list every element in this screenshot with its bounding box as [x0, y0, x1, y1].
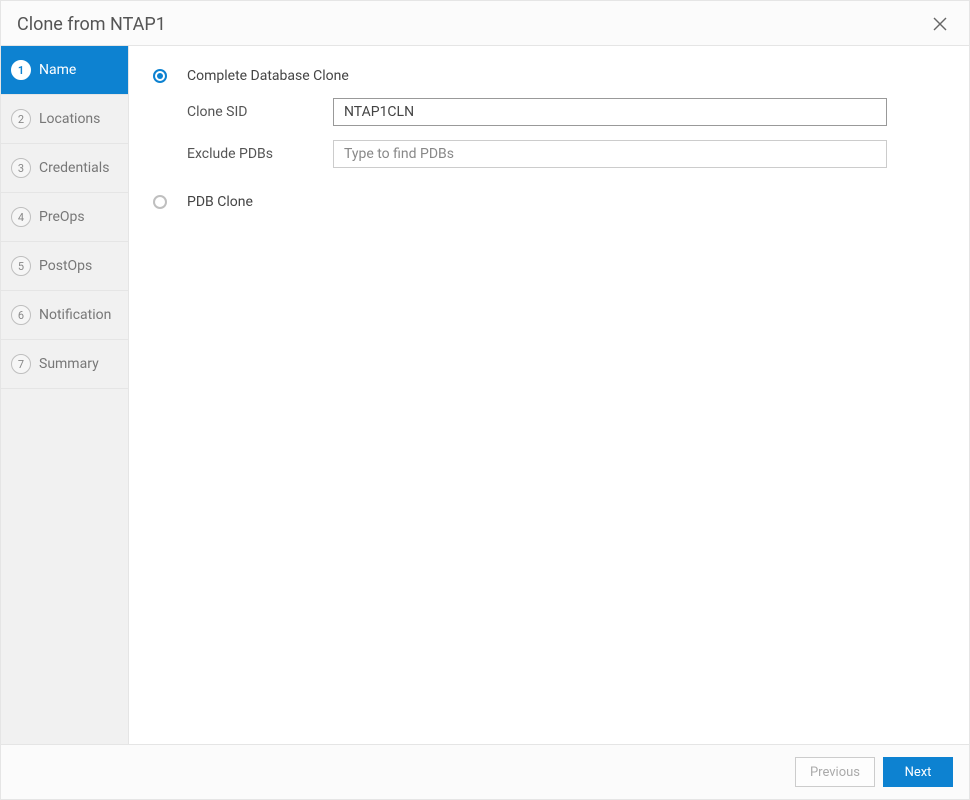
step-number: 3: [11, 158, 31, 178]
wizard-step-name[interactable]: 1 Name: [1, 46, 128, 95]
step-number: 5: [11, 256, 31, 276]
step-label: PreOps: [39, 209, 85, 225]
wizard-step-postops[interactable]: 5 PostOps: [1, 242, 128, 291]
next-button[interactable]: Next: [883, 757, 953, 787]
step-label: PostOps: [39, 258, 92, 274]
wizard-step-preops[interactable]: 4 PreOps: [1, 193, 128, 242]
step-number: 7: [11, 354, 31, 374]
clone-dialog: Clone from NTAP1 1 Name 2 Locations 3 Cr…: [0, 0, 970, 800]
dialog-body: 1 Name 2 Locations 3 Credentials 4 PreOp…: [1, 46, 969, 744]
close-icon: [933, 17, 947, 31]
radio-pdb-clone[interactable]: [153, 195, 167, 209]
option-label: Complete Database Clone: [187, 68, 349, 84]
wizard-sidebar: 1 Name 2 Locations 3 Credentials 4 PreOp…: [1, 46, 129, 744]
field-row-clone-sid: Clone SID: [187, 98, 939, 126]
step-number: 2: [11, 109, 31, 129]
step-label: Locations: [39, 111, 100, 127]
clone-sid-input[interactable]: [333, 98, 887, 126]
wizard-step-summary[interactable]: 7 Summary: [1, 340, 128, 389]
step-label: Notification: [39, 307, 111, 323]
main-panel: Complete Database Clone Clone SID Exclud…: [129, 46, 969, 744]
step-label: Credentials: [39, 160, 109, 176]
wizard-step-locations[interactable]: 2 Locations: [1, 95, 128, 144]
dialog-header: Clone from NTAP1: [1, 1, 969, 46]
wizard-step-credentials[interactable]: 3 Credentials: [1, 144, 128, 193]
dialog-footer: Previous Next: [1, 744, 969, 799]
field-row-exclude-pdbs: Exclude PDBs: [187, 140, 939, 168]
step-label: Name: [39, 62, 76, 78]
close-button[interactable]: [929, 13, 951, 35]
step-number: 1: [11, 60, 31, 80]
dialog-title: Clone from NTAP1: [17, 14, 166, 35]
wizard-step-notification[interactable]: 6 Notification: [1, 291, 128, 340]
previous-button[interactable]: Previous: [795, 757, 875, 787]
exclude-pdbs-label: Exclude PDBs: [187, 146, 333, 162]
clone-sid-label: Clone SID: [187, 104, 333, 120]
option-complete-clone[interactable]: Complete Database Clone: [153, 68, 939, 84]
option-label: PDB Clone: [187, 194, 253, 210]
exclude-pdbs-input[interactable]: [333, 140, 887, 168]
step-number: 6: [11, 305, 31, 325]
complete-clone-fields: Clone SID Exclude PDBs: [187, 98, 939, 168]
step-number: 4: [11, 207, 31, 227]
step-label: Summary: [39, 356, 99, 372]
option-pdb-clone[interactable]: PDB Clone: [153, 194, 939, 210]
radio-complete-clone[interactable]: [153, 69, 167, 83]
